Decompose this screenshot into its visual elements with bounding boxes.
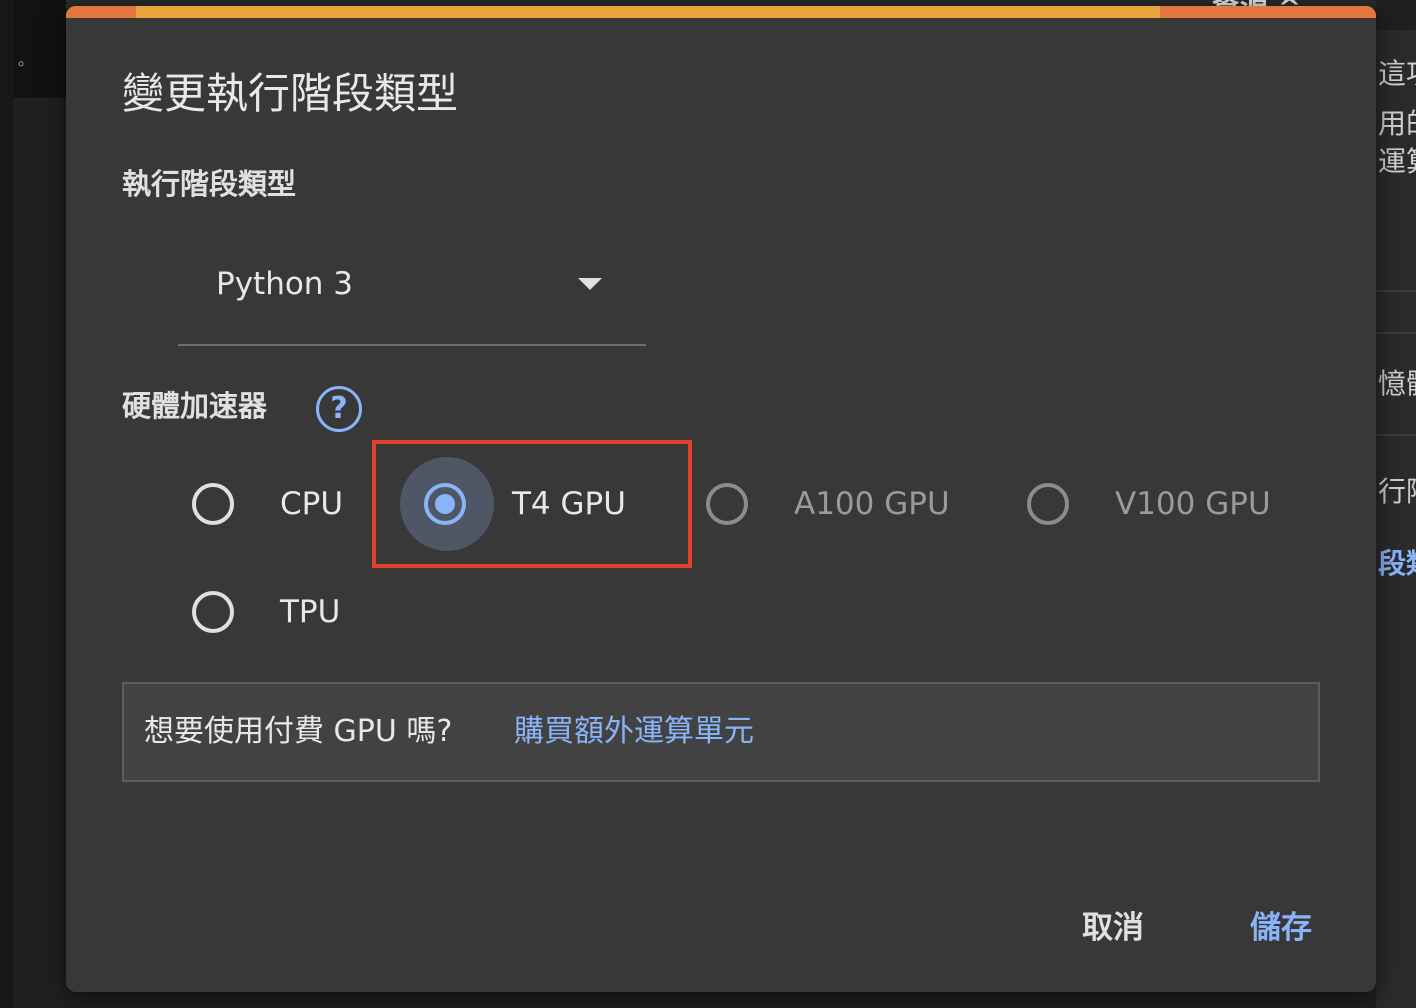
dialog-title: 變更執行階段類型 [122, 69, 459, 118]
accelerator-option-cpu[interactable]: CPU [190, 468, 370, 540]
side-panel-link[interactable]: 段類 [1378, 548, 1416, 580]
radio-unchecked-icon [1027, 483, 1069, 525]
save-button[interactable]: 儲存 [1250, 906, 1312, 950]
side-panel-divider [1376, 290, 1416, 292]
accelerator-option-t4-gpu[interactable]: T4 GPU [400, 457, 640, 551]
runtime-type-select[interactable]: Python 3 [178, 252, 646, 346]
accelerator-label-cpu: CPU [280, 486, 344, 522]
resources-side-panel: 這項 用的 運算 憶體 行階 段類 [1376, 30, 1416, 1008]
buy-compute-units-link[interactable]: 購買額外運算單元 [514, 712, 754, 752]
side-panel-text-2: 用的 [1378, 107, 1416, 140]
side-panel-text-5: 行階 [1378, 475, 1416, 508]
side-panel-text-4: 憶體 [1378, 367, 1416, 400]
runtime-type-label: 執行階段類型 [122, 167, 297, 201]
left-edge-strip [0, 0, 14, 1008]
side-panel-divider [1376, 434, 1416, 436]
dropdown-arrow-icon [578, 278, 602, 290]
left-marker: 。 [18, 50, 35, 69]
accelerator-label-a100-gpu: A100 GPU [794, 486, 950, 522]
radio-unchecked-icon [706, 483, 748, 525]
accelerator-label-t4-gpu: T4 GPU [512, 486, 626, 522]
paid-gpu-question: 想要使用付費 GPU 嗎? [144, 714, 453, 749]
accelerator-label-v100-gpu: V100 GPU [1115, 486, 1271, 522]
hardware-accelerator-label: 硬體加速器 [122, 389, 268, 423]
help-icon[interactable]: ? [316, 386, 362, 432]
accelerator-option-tpu[interactable]: TPU [190, 576, 370, 648]
top-progress-edge-right [1160, 6, 1376, 18]
top-progress-edge-left [66, 6, 136, 18]
radio-unchecked-icon [192, 483, 234, 525]
runtime-type-value: Python 3 [216, 266, 354, 302]
radio-checked-icon [424, 483, 466, 525]
side-panel-text-3: 運算 [1378, 145, 1416, 178]
accelerator-label-tpu: TPU [280, 594, 341, 630]
change-runtime-dialog: 變更執行階段類型 執行階段類型 Python 3 硬體加速器 ? CPU T4 … [66, 6, 1376, 992]
radio-unchecked-icon [192, 591, 234, 633]
side-panel-divider [1376, 332, 1416, 334]
accelerator-option-a100-gpu[interactable]: A100 GPU [704, 468, 964, 540]
paid-gpu-promo-box: 想要使用付費 GPU 嗎? 購買額外運算單元 [122, 682, 1320, 782]
left-toolbar-block [14, 0, 66, 98]
cancel-button[interactable]: 取消 [1082, 906, 1144, 950]
accelerator-option-v100-gpu[interactable]: V100 GPU [1025, 468, 1285, 540]
radio-dot [435, 494, 455, 514]
side-panel-text-1: 這項 [1378, 57, 1416, 90]
